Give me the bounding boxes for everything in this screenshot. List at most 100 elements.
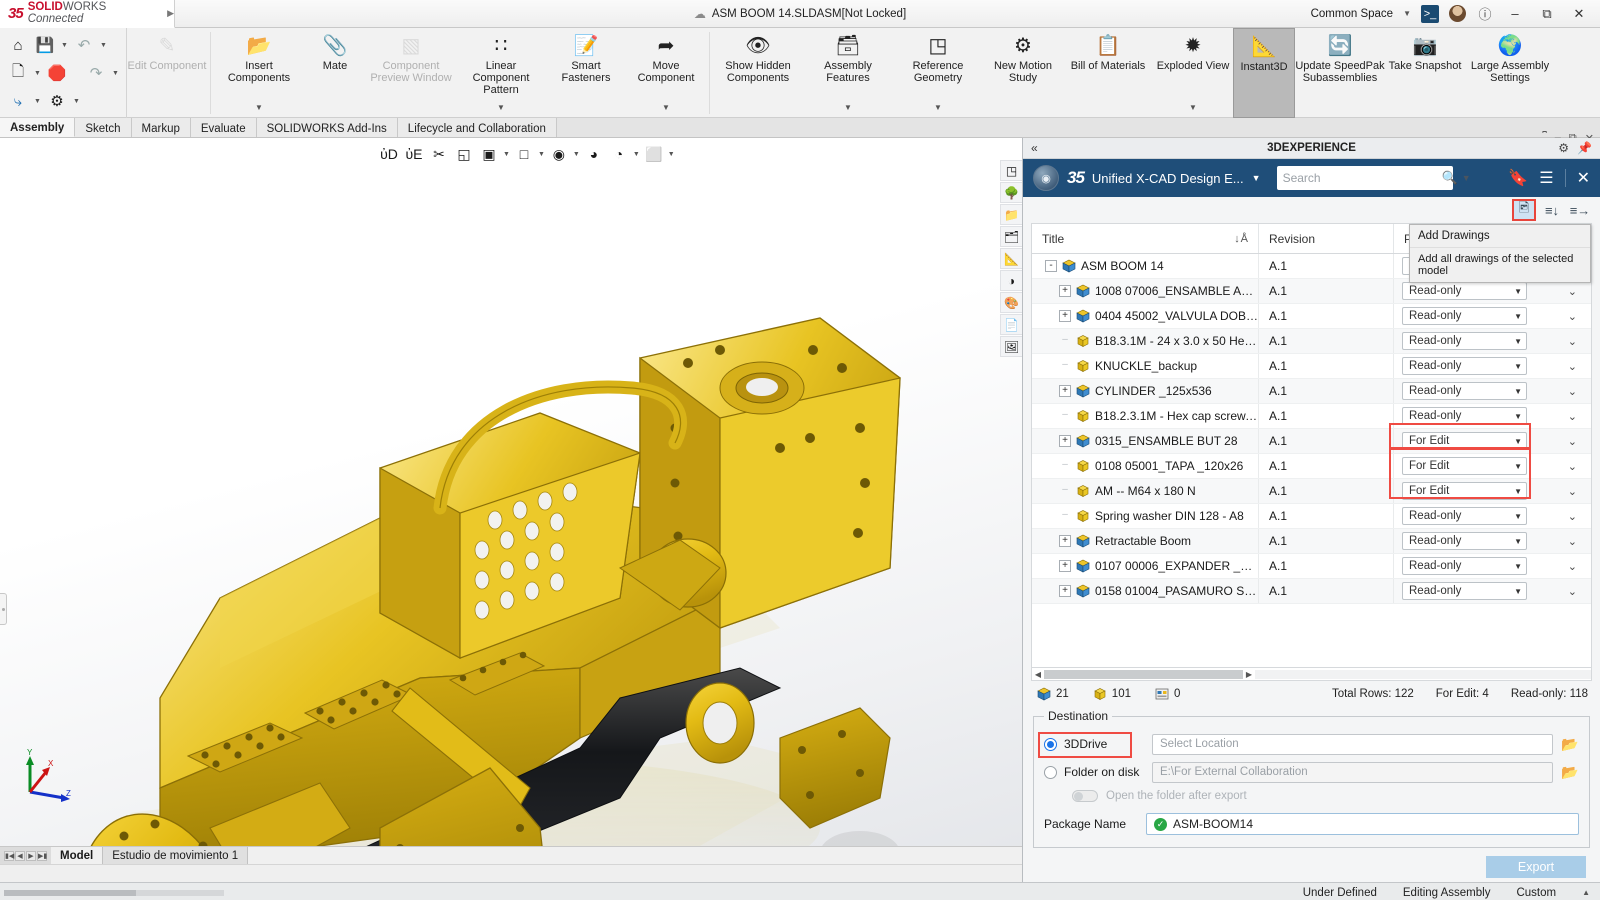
ribbon-button-linear-component-pattern[interactable]: ∷Linear Component Pattern▼ <box>456 28 546 118</box>
row-expand-chevron-icon[interactable]: ⌄ <box>1568 560 1577 573</box>
settings-gear-icon[interactable]: ⚙ <box>1558 141 1569 155</box>
ribbon-button-dropdown-icon[interactable]: ▼ <box>255 102 263 114</box>
hide-show-dropdown-icon[interactable]: ▼ <box>538 151 545 158</box>
first-tab-icon[interactable]: ▮◀ <box>4 851 14 861</box>
row-expand-chevron-icon[interactable]: ⌄ <box>1568 535 1577 548</box>
chevron-down-icon[interactable]: ▼ <box>1514 437 1522 446</box>
close-button[interactable]: ✕ <box>1568 6 1590 22</box>
section-view-icon[interactable]: ✂ <box>428 144 450 164</box>
ribbon-button-dropdown-icon[interactable]: ▼ <box>1189 102 1197 114</box>
lifecycle-traffic-icon[interactable]: 🛑 <box>45 61 69 85</box>
chevron-down-icon[interactable]: ▼ <box>1403 9 1411 18</box>
property-manager-icon[interactable]: 📁 <box>1000 204 1022 225</box>
column-header-title[interactable]: Title ↓ Å <box>1032 224 1259 253</box>
row-expand-chevron-icon[interactable]: ⌄ <box>1568 410 1577 423</box>
design-library-icon[interactable]: 🖼 <box>1000 336 1022 357</box>
3ddrive-radio[interactable] <box>1044 738 1057 751</box>
ribbon-button-dropdown-icon[interactable]: ▼ <box>934 102 942 114</box>
table-row[interactable]: +Retractable BoomA.1Read-only▼⌄ <box>1032 529 1591 554</box>
ribbon-button-large-assembly-settings[interactable]: 🌍Large Assembly Settings <box>1465 28 1555 118</box>
avatar[interactable] <box>1449 5 1466 22</box>
permission-dropdown[interactable]: Read-only▼ <box>1402 557 1527 575</box>
package-name-input[interactable]: ✓ ASM-BOOM14 <box>1146 813 1579 835</box>
units-chevron-icon[interactable]: ▲ <box>1582 888 1590 897</box>
row-expand-chevron-icon[interactable]: ⌄ <box>1568 585 1577 598</box>
chevron-down-icon[interactable]: ▼ <box>1514 462 1522 471</box>
ribbon-button-new-motion-study[interactable]: ⚙New Motion Study <box>983 28 1063 118</box>
expand-row-icon[interactable]: + <box>1059 560 1071 572</box>
permission-dropdown[interactable]: Read-only▼ <box>1402 507 1527 525</box>
brand-expand-arrow-icon[interactable]: ▶ <box>167 8 174 19</box>
zoom-to-area-icon[interactable]: ὐE <box>403 144 425 164</box>
table-row[interactable]: –0108 05001_TAPA _120x26A.1For Edit▼⌄ <box>1032 454 1591 479</box>
tag-icon[interactable]: 🔖 <box>1508 168 1528 188</box>
app-switch-chevron-icon[interactable]: ▼ <box>1252 173 1261 183</box>
filter-list-icon[interactable]: ≡↓ <box>1542 201 1562 219</box>
ribbon-tab-lifecycle-and-collaboration[interactable]: Lifecycle and Collaboration <box>398 118 557 137</box>
drive-location-input[interactable]: Select Location <box>1152 734 1553 755</box>
close-icon[interactable]: ✕ <box>1577 168 1590 188</box>
ribbon-button-instant3d[interactable]: 📐Instant3D <box>1233 28 1295 118</box>
viewport-layout-icon[interactable]: ⬜ <box>643 144 665 164</box>
chevron-down-icon[interactable]: ▼ <box>1514 537 1522 546</box>
scroll-thumb[interactable] <box>1044 670 1243 679</box>
permission-dropdown[interactable]: Read-only▼ <box>1402 282 1527 300</box>
help-icon[interactable]: ⓘ <box>1476 5 1494 23</box>
collaborate-icon[interactable]: ⤷ <box>6 89 30 113</box>
document-tab-estudio-de-movimiento-1[interactable]: Estudio de movimiento 1 <box>102 847 248 864</box>
decals-tab-icon[interactable]: 📄 <box>1000 314 1022 335</box>
ribbon-button-move-component[interactable]: ➦Move Component▼ <box>626 28 706 118</box>
configuration-manager-icon[interactable]: 🗂 <box>1000 226 1022 247</box>
permission-dropdown[interactable]: Read-only▼ <box>1402 532 1527 550</box>
drive-radio-wrap[interactable]: 3DDrive <box>1044 737 1144 751</box>
hide-show-icon[interactable]: □ <box>513 144 535 164</box>
expand-rows-icon[interactable]: ≡→ <box>1570 201 1590 219</box>
restore-button[interactable]: ⧉ <box>1536 6 1558 22</box>
table-row[interactable]: +0158 01004_PASAMURO SMALL ...A.1Read-on… <box>1032 579 1591 604</box>
redo-dropdown-icon[interactable]: ▼ <box>111 70 120 77</box>
export-button[interactable]: Export <box>1486 856 1586 878</box>
row-expand-chevron-icon[interactable]: ⌄ <box>1568 285 1577 298</box>
home-icon[interactable]: ⌂ <box>6 33 30 57</box>
chevron-down-icon[interactable]: ▼ <box>1514 412 1522 421</box>
row-expand-chevron-icon[interactable]: ⌄ <box>1568 335 1577 348</box>
ribbon-button-dropdown-icon[interactable]: ▼ <box>662 102 670 114</box>
ribbon-button-exploded-view[interactable]: ✹Exploded View▼ <box>1153 28 1233 118</box>
table-row[interactable]: –B18.2.3.1M - Hex cap screw, M8 x ...A.1… <box>1032 404 1591 429</box>
view-settings-icon[interactable]: ◕ <box>583 144 605 164</box>
chevron-down-icon[interactable]: ▼ <box>1514 562 1522 571</box>
ribbon-tab-assembly[interactable]: Assembly <box>0 118 75 137</box>
common-space-label[interactable]: Common Space <box>1311 8 1393 20</box>
permission-dropdown[interactable]: For Edit▼ <box>1402 432 1527 450</box>
chevron-down-icon[interactable]: ▼ <box>1514 312 1522 321</box>
open-after-export-toggle[interactable] <box>1072 790 1098 802</box>
chevron-down-icon[interactable]: ▼ <box>1514 587 1522 596</box>
search-options-chevron-icon[interactable]: ▼ <box>1462 173 1471 183</box>
expand-row-icon[interactable]: + <box>1059 585 1071 597</box>
save-dropdown-icon[interactable]: ▼ <box>60 42 69 49</box>
ribbon-button-assembly-features[interactable]: 🗃Assembly Features▼ <box>803 28 893 118</box>
ribbon-button-dropdown-icon[interactable]: ▼ <box>844 102 852 114</box>
permission-dropdown[interactable]: Read-only▼ <box>1402 582 1527 600</box>
redo-icon[interactable]: ↷ <box>84 61 108 85</box>
minimize-button[interactable]: – <box>1504 6 1526 21</box>
column-header-revision[interactable]: Revision <box>1259 224 1394 253</box>
context-menu-title[interactable]: Add Drawings <box>1410 225 1590 248</box>
ribbon-button-bill-of-materials[interactable]: 📋Bill of Materials <box>1063 28 1153 118</box>
table-row[interactable]: +0107 00006_EXPANDER _60x145A.1Read-only… <box>1032 554 1591 579</box>
ribbon-button-dropdown-icon[interactable]: ▼ <box>497 102 505 114</box>
view-orientation-icon[interactable]: ◱ <box>453 144 475 164</box>
ribbon-button-update-speedpak-subassemblies[interactable]: 🔄Update SpeedPak Subassemblies <box>1295 28 1385 118</box>
last-tab-icon[interactable]: ▶▮ <box>37 851 47 861</box>
permission-dropdown[interactable]: Read-only▼ <box>1402 357 1527 375</box>
expand-row-icon[interactable]: + <box>1059 535 1071 547</box>
scroll-right-icon[interactable]: ▶ <box>1243 670 1255 679</box>
permission-dropdown[interactable]: Read-only▼ <box>1402 407 1527 425</box>
appearances-dropdown-icon[interactable]: ▼ <box>633 151 640 158</box>
add-drawings-context-menu[interactable]: Add Drawings Add all drawings of the sel… <box>1409 224 1591 283</box>
ribbon-button-reference-geometry[interactable]: ◳Reference Geometry▼ <box>893 28 983 118</box>
display-style-dropdown-icon[interactable]: ▼ <box>503 151 510 158</box>
add-drawings-icon[interactable]: 🖻 <box>1514 201 1534 219</box>
scroll-left-icon[interactable]: ◀ <box>1032 670 1044 679</box>
row-expand-chevron-icon[interactable]: ⌄ <box>1568 360 1577 373</box>
